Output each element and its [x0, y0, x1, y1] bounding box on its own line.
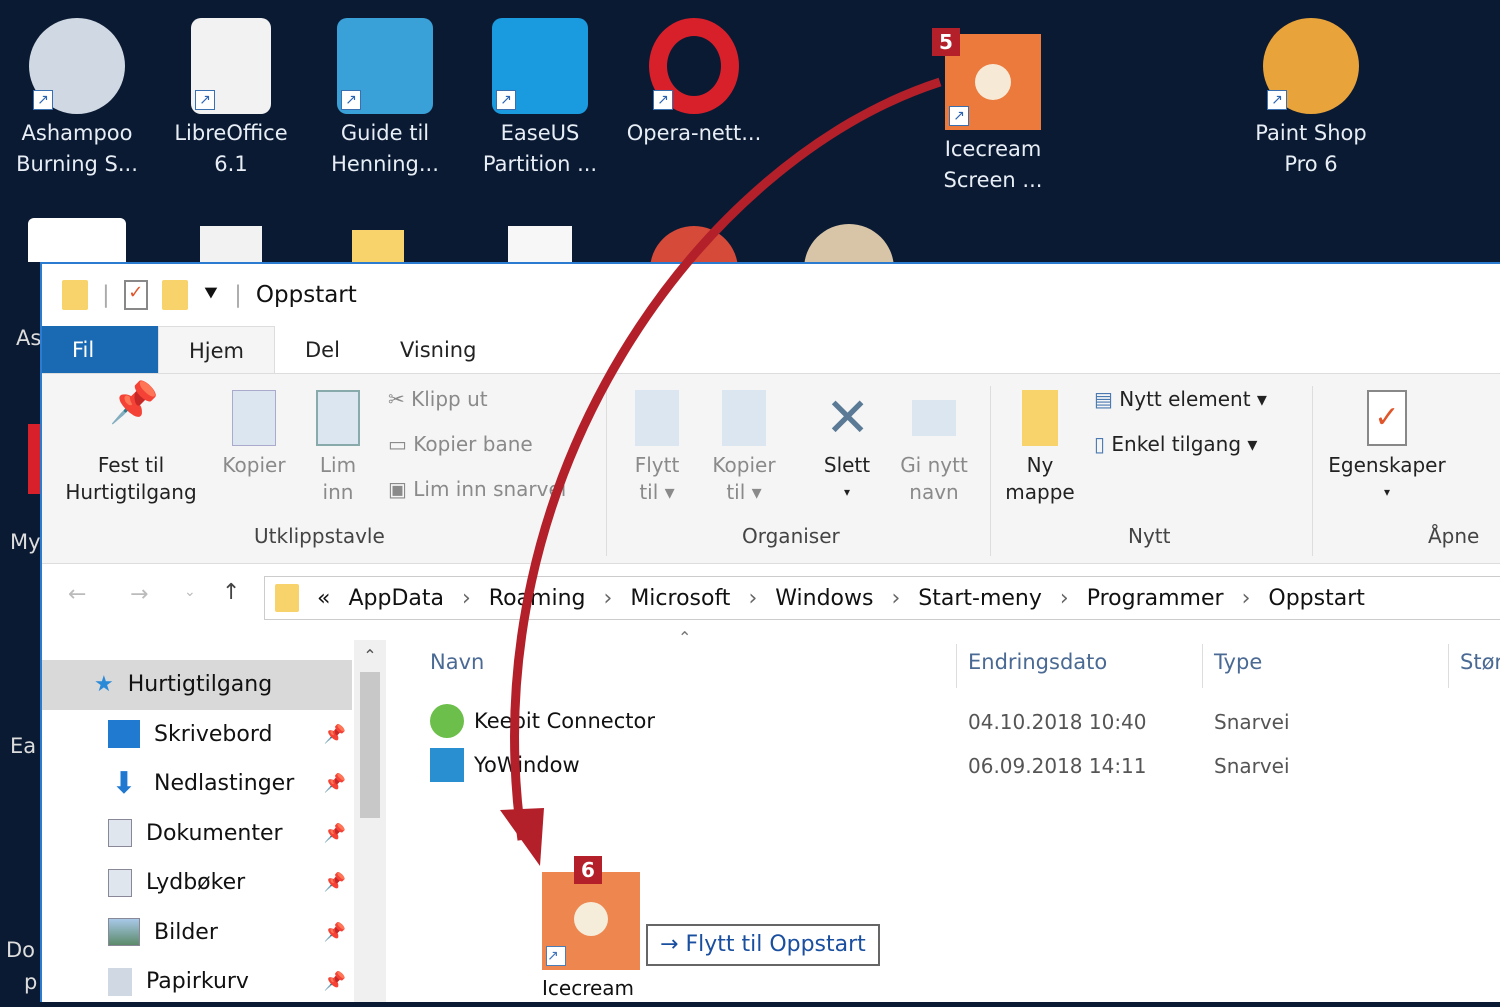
arrow-head: [500, 808, 544, 866]
drag-arrow: [500, 77, 942, 866]
arrow-path: [510, 77, 942, 841]
